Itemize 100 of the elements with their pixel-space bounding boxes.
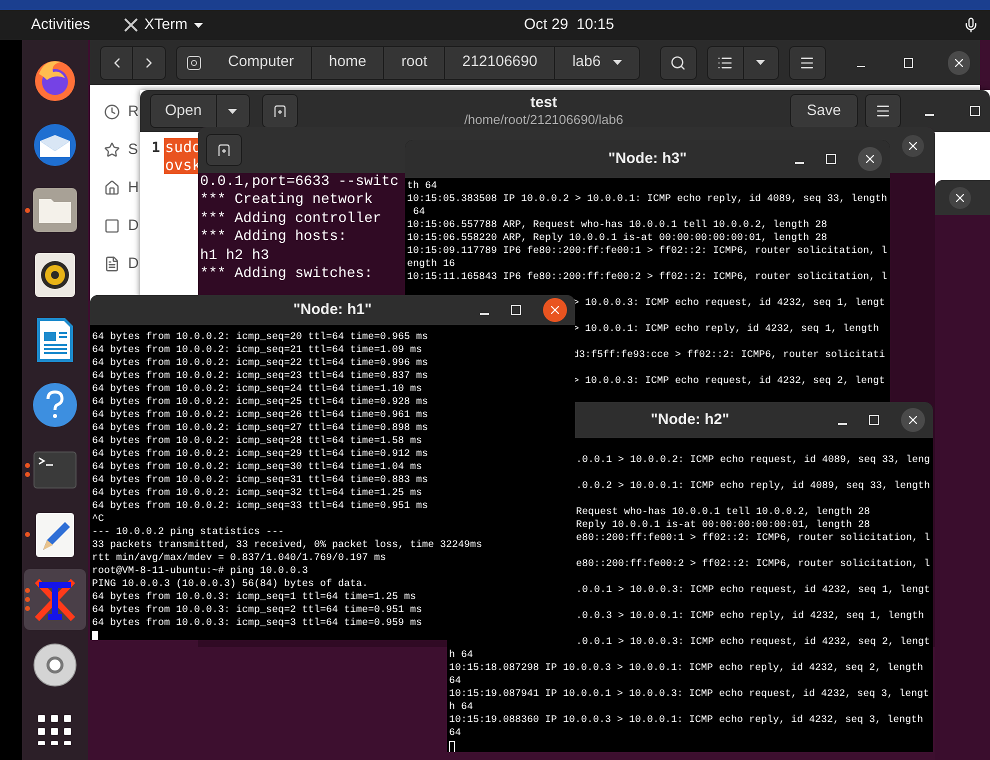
close-button[interactable] bbox=[543, 298, 567, 322]
terminal-line: 10:15:05.383508 IP 10.0.0.2 > 10.0.0.1: ICMP echo reply, id 4089, seq 33, length bbox=[407, 193, 888, 206]
caret-icon bbox=[756, 60, 766, 65]
search-icon bbox=[670, 54, 686, 70]
new-tab-icon bbox=[272, 104, 287, 118]
terminal-line: th 64 bbox=[407, 180, 438, 193]
close-button[interactable] bbox=[948, 50, 970, 74]
terminal-line: 64 bytes from 10.0.0.2: icmp_seq=30 ttl=64 time=1.04 ms bbox=[92, 461, 422, 474]
minimize-icon[interactable] bbox=[856, 66, 866, 68]
terminal-line: 64 bbox=[449, 675, 462, 688]
caret-icon bbox=[612, 60, 622, 65]
close-button[interactable] bbox=[901, 408, 925, 432]
terminal-line: 64 bytes from 10.0.0.2: icmp_seq=24 ttl=64 time=1.10 ms bbox=[92, 383, 422, 396]
save-button[interactable]: Save bbox=[790, 94, 858, 128]
terminal-line: .0.0.2 > 10.0.0.1: ICMP echo reply, id 4089, seq 33, length bbox=[576, 480, 930, 493]
activities-button[interactable]: Activities bbox=[31, 14, 90, 36]
terminal-line: 64 bytes from 10.0.0.3: icmp_seq=1 ttl=64 time=1.25 ms bbox=[92, 591, 416, 604]
clock[interactable]: Oct 29 10:15 bbox=[524, 14, 614, 36]
line-number: 1 bbox=[152, 139, 160, 158]
terminal-line: 64 bytes from 10.0.0.2: icmp_seq=32 ttl=64 time=1.25 ms bbox=[92, 487, 422, 500]
microphone-icon[interactable] bbox=[963, 17, 979, 33]
sidebar-item[interactable]: R bbox=[104, 101, 140, 123]
menu-button[interactable] bbox=[788, 46, 826, 80]
maximize-icon[interactable] bbox=[826, 154, 836, 164]
terminal-icon[interactable] bbox=[33, 450, 77, 489]
terminal-line: *** Adding switches: bbox=[200, 265, 373, 284]
sidebar-item-icon bbox=[104, 180, 120, 196]
close-button[interactable] bbox=[949, 186, 971, 208]
terminal-line: *** Adding controller bbox=[200, 210, 382, 228]
terminal-line: 10:15:19.087941 IP 10.0.0.1 > 10.0.0.3: ICMP echo request, id 4232, seq 3, lengt bbox=[449, 688, 930, 701]
maximize-icon[interactable] bbox=[511, 305, 521, 315]
terminal-line: *** Adding hosts: bbox=[200, 228, 347, 247]
terminal-line: 64 bytes from 10.0.0.2: icmp_seq=28 ttl=64 time=1.58 ms bbox=[92, 435, 422, 448]
sidebar-item[interactable]: D bbox=[104, 253, 140, 275]
path-segment[interactable]: root bbox=[383, 46, 444, 78]
help-icon[interactable] bbox=[32, 382, 78, 428]
app-grid-icon[interactable] bbox=[38, 714, 72, 745]
x-logo-icon bbox=[124, 18, 138, 32]
close-button[interactable] bbox=[858, 147, 882, 171]
terminal-line: 10:15:18.087298 IP 10.0.0.3 > 10.0.0.1: ICMP echo reply, id 4232, seq 2, length bbox=[449, 662, 924, 675]
new-tab-icon bbox=[217, 143, 231, 157]
new-tab-button[interactable] bbox=[262, 94, 298, 128]
terminal-line: h 64 bbox=[449, 701, 474, 714]
menu-icon bbox=[875, 103, 891, 119]
terminal-line: 64 bytes from 10.0.0.3: icmp_seq=3 ttl=64 time=0.959 ms bbox=[92, 617, 422, 630]
window-title: test bbox=[530, 94, 558, 112]
folder-icon[interactable] bbox=[32, 187, 78, 234]
window-title: "Node: h2" bbox=[650, 410, 730, 430]
new-tab-button[interactable] bbox=[206, 134, 242, 166]
window-subtitle: /home/root/212106690/lab6 bbox=[464, 112, 624, 128]
terminal-line: 64 bytes from 10.0.0.2: icmp_seq=20 ttl=64 time=0.965 ms bbox=[92, 331, 428, 344]
app-menu[interactable]: XTerm bbox=[124, 14, 203, 36]
disc-icon[interactable] bbox=[32, 642, 78, 688]
close-icon bbox=[906, 139, 920, 153]
terminal-line: e80::200:ff:fe00:2 > ff02::2: ICMP6, router solicitation, l bbox=[576, 558, 930, 571]
terminal-line: 64 bytes from 10.0.0.2: icmp_seq=27 ttl=64 time=0.898 ms bbox=[92, 422, 428, 435]
terminal-line: h 64 bbox=[449, 649, 474, 662]
terminal-line: 64 bbox=[412, 206, 426, 219]
path-segment[interactable]: Computer bbox=[211, 46, 311, 78]
terminal-line: 10:15:09.117789 IP6 fe80::200:ff:fe00:1 > ff02::2: ICMP6, router solicitation, l bbox=[407, 245, 888, 258]
maximize-icon[interactable] bbox=[970, 106, 980, 116]
document-icon[interactable] bbox=[35, 316, 75, 364]
speaker-icon[interactable] bbox=[34, 252, 76, 298]
sidebar-item-icon bbox=[104, 104, 120, 120]
terminal-line: 10:15:06.558220 ARP, Reply 10.0.0.1 is-at 00:00:00:00:00:01, length 28 bbox=[407, 232, 828, 245]
terminal-line: ^C bbox=[92, 513, 104, 526]
terminal-line: --- 10.0.0.2 ping statistics --- bbox=[92, 526, 284, 539]
terminal-line: 64 bytes from 10.0.0.3: icmp_seq=2 ttl=64 time=0.951 ms bbox=[92, 604, 422, 617]
terminal-line: 64 bytes from 10.0.0.2: icmp_seq=33 ttl=64 time=0.951 ms bbox=[92, 500, 428, 513]
terminal-line: 0.0.1,port=6633 --switc bbox=[200, 173, 399, 192]
path-segment[interactable]: home bbox=[310, 46, 384, 78]
terminal-line: .0.0.1 > 10.0.0.2: ICMP echo request, id 4089, seq 33, leng bbox=[576, 454, 930, 467]
maximize-icon[interactable] bbox=[904, 58, 914, 68]
terminal-line: 10:15:11.165843 IP6 fe80::200:ff:fe00:2 > ff02::2: ICMP6, router solicitation, l bbox=[407, 271, 888, 284]
terminal-line: 10:15:19.088360 IP 10.0.0.3 > 10.0.0.1: ICMP echo reply, id 4232, seq 3, length bbox=[449, 714, 924, 727]
search-button[interactable] bbox=[660, 46, 697, 80]
menu-button[interactable] bbox=[865, 94, 901, 128]
text-editor-icon[interactable] bbox=[35, 512, 75, 558]
close-icon bbox=[906, 413, 920, 427]
terminal-line: 64 bytes from 10.0.0.2: icmp_seq=23 ttl=64 time=0.837 ms bbox=[92, 370, 428, 383]
terminal-line: 64 bytes from 10.0.0.2: icmp_seq=26 ttl=64 time=0.961 ms bbox=[92, 409, 428, 422]
terminal-line: e80::200:ff:fe00:1 > ff02::2: ICMP6, router solicitation, l bbox=[576, 532, 930, 545]
path-segment[interactable]: lab6 bbox=[554, 46, 639, 78]
window-title: "Node: h1" bbox=[293, 300, 372, 320]
close-button[interactable] bbox=[902, 135, 924, 157]
terminal-line: .0.0.1 > 10.0.0.3: ICMP echo request, id 4232, seq 1, lengt bbox=[576, 584, 930, 597]
caret-icon bbox=[194, 22, 203, 28]
terminal-line: ength 16 bbox=[407, 258, 456, 271]
maximize-icon[interactable] bbox=[869, 415, 879, 425]
terminal-line: 33 packets transmitted, 33 received, 0% packet loss, time 32249ms bbox=[92, 539, 482, 552]
sidebar-item[interactable]: H bbox=[104, 177, 140, 199]
terminal-line: rtt min/avg/max/mdev = 0.837/1.040/1.769/0.197 ms bbox=[92, 552, 386, 565]
sidebar-item[interactable]: S bbox=[104, 139, 140, 161]
terminal-line: d3:f5ff:fe93:cce > ff02::2: ICMP6, router solicitati bbox=[573, 349, 886, 362]
sidebar-item[interactable]: D bbox=[104, 215, 140, 237]
terminal-line: 10:15:06.557788 ARP, Request who-has 10.0.0.1 tell 10.0.0.2, length 28 bbox=[407, 219, 828, 232]
path-segment[interactable]: 212106690 bbox=[444, 46, 554, 78]
sidebar-item-icon bbox=[104, 256, 120, 272]
close-icon bbox=[863, 152, 877, 166]
window-title: "Node: h3" bbox=[608, 148, 687, 169]
